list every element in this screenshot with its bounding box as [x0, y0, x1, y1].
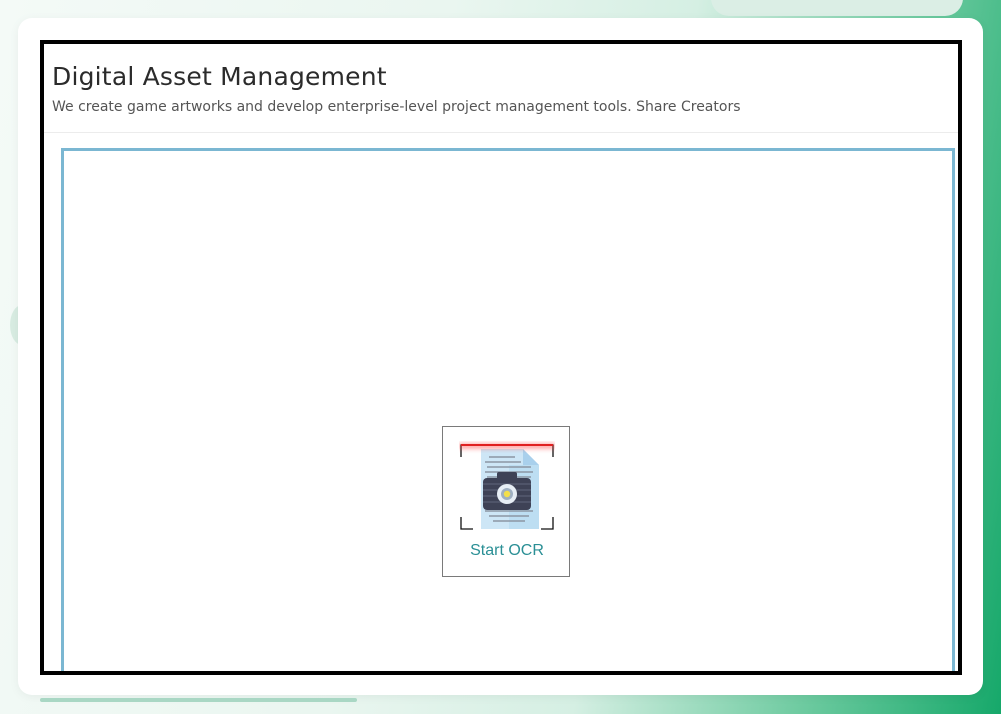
- start-ocr-button[interactable]: Start OCR: [442, 426, 570, 577]
- horizontal-scrollbar-thumb[interactable]: [40, 698, 357, 702]
- page-header: Digital Asset Management We create game …: [44, 44, 958, 133]
- background-decoration-top: [711, 0, 963, 16]
- page-subtitle: We create game artworks and develop ente…: [52, 99, 741, 115]
- page-title: Digital Asset Management: [52, 62, 387, 91]
- ocr-workspace: Start OCR: [61, 148, 955, 671]
- app-frame: Digital Asset Management We create game …: [40, 40, 962, 675]
- start-ocr-label: Start OCR: [470, 542, 544, 559]
- ocr-scan-document-camera-icon: [459, 443, 555, 530]
